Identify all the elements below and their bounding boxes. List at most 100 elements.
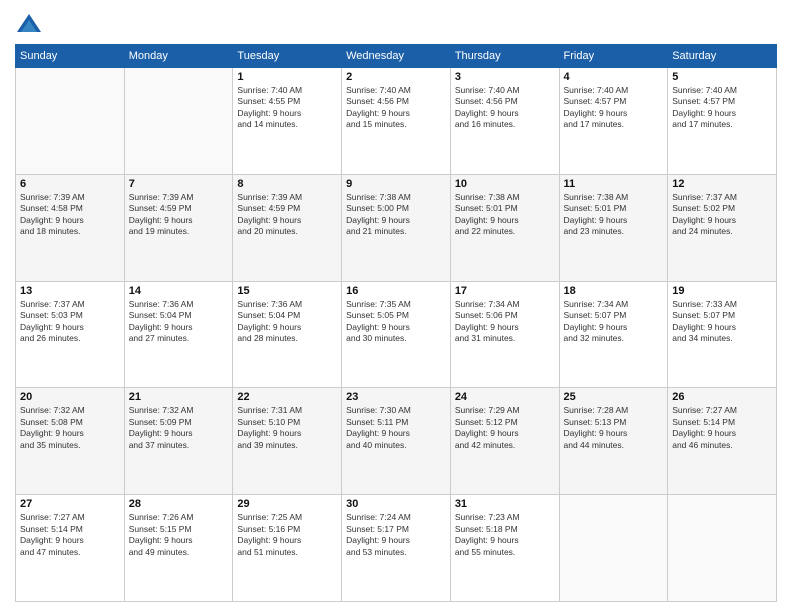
day-info: Sunrise: 7:40 AMSunset: 4:57 PMDaylight:… — [564, 85, 664, 131]
week-row-4: 20 Sunrise: 7:32 AMSunset: 5:08 PMDayligh… — [16, 388, 777, 495]
calendar-cell: 27Sunrise: 7:27 AMSunset: 5:14 PMDayligh… — [16, 495, 125, 602]
col-header-monday: Monday — [124, 45, 233, 68]
week-row-2: 6 Sunrise: 7:39 AMSunset: 4:58 PMDaylight… — [16, 174, 777, 281]
day-info: Sunrise: 7:33 AMSunset: 5:07 PMDaylight:… — [672, 299, 772, 345]
day-number: 25 — [564, 391, 664, 403]
calendar-cell: 3 Sunrise: 7:40 AMSunset: 4:56 PMDaylight… — [450, 68, 559, 175]
page: SundayMondayTuesdayWednesdayThursdayFrid… — [0, 0, 792, 612]
day-number: 2 — [346, 71, 446, 83]
day-number: 3 — [455, 71, 555, 83]
calendar-cell: 23 Sunrise: 7:30 AMSunset: 5:11 PMDayligh… — [342, 388, 451, 495]
day-info: Sunrise: 7:39 AMSunset: 4:58 PMDaylight:… — [20, 192, 120, 238]
col-header-thursday: Thursday — [450, 45, 559, 68]
day-info: Sunrise: 7:40 AMSunset: 4:57 PMDaylight:… — [672, 85, 772, 131]
day-info: Sunrise: 7:39 AMSunset: 4:59 PMDaylight:… — [129, 192, 229, 238]
day-info: Sunrise: 7:32 AMSunset: 5:09 PMDaylight:… — [129, 405, 229, 451]
calendar-cell: 14 Sunrise: 7:36 AMSunset: 5:04 PMDayligh… — [124, 281, 233, 388]
day-number: 20 — [20, 391, 120, 403]
col-header-wednesday: Wednesday — [342, 45, 451, 68]
day-number: 30 — [346, 498, 446, 510]
logo-icon — [15, 10, 43, 38]
day-number: 26 — [672, 391, 772, 403]
calendar-cell — [668, 495, 777, 602]
calendar-cell: 15 Sunrise: 7:36 AMSunset: 5:04 PMDayligh… — [233, 281, 342, 388]
col-header-sunday: Sunday — [16, 45, 125, 68]
day-info: Sunrise: 7:38 AMSunset: 5:01 PMDaylight:… — [564, 192, 664, 238]
day-number: 11 — [564, 178, 664, 190]
calendar-cell — [16, 68, 125, 175]
calendar-cell: 17 Sunrise: 7:34 AMSunset: 5:06 PMDayligh… — [450, 281, 559, 388]
day-info: Sunrise: 7:36 AMSunset: 5:04 PMDaylight:… — [237, 299, 337, 345]
day-info: Sunrise: 7:30 AMSunset: 5:11 PMDaylight:… — [346, 405, 446, 451]
day-info: Sunrise: 7:24 AMSunset: 5:17 PMDaylight:… — [346, 512, 446, 558]
day-info: Sunrise: 7:34 AMSunset: 5:07 PMDaylight:… — [564, 299, 664, 345]
day-info: Sunrise: 7:40 AMSunset: 4:55 PMDaylight:… — [237, 85, 337, 131]
calendar-cell: 10 Sunrise: 7:38 AMSunset: 5:01 PMDayligh… — [450, 174, 559, 281]
day-number: 29 — [237, 498, 337, 510]
week-row-3: 13 Sunrise: 7:37 AMSunset: 5:03 PMDayligh… — [16, 281, 777, 388]
calendar-cell: 13 Sunrise: 7:37 AMSunset: 5:03 PMDayligh… — [16, 281, 125, 388]
day-number: 17 — [455, 285, 555, 297]
calendar-cell — [559, 495, 668, 602]
day-number: 5 — [672, 71, 772, 83]
calendar-cell: 18Sunrise: 7:34 AMSunset: 5:07 PMDayligh… — [559, 281, 668, 388]
day-number: 19 — [672, 285, 772, 297]
day-info: Sunrise: 7:39 AMSunset: 4:59 PMDaylight:… — [237, 192, 337, 238]
calendar-cell: 5 Sunrise: 7:40 AMSunset: 4:57 PMDaylight… — [668, 68, 777, 175]
day-info: Sunrise: 7:23 AMSunset: 5:18 PMDaylight:… — [455, 512, 555, 558]
calendar-cell: 24 Sunrise: 7:29 AMSunset: 5:12 PMDayligh… — [450, 388, 559, 495]
calendar-cell: 29 Sunrise: 7:25 AMSunset: 5:16 PMDayligh… — [233, 495, 342, 602]
day-info: Sunrise: 7:27 AMSunset: 5:14 PMDaylight:… — [672, 405, 772, 451]
day-info: Sunrise: 7:26 AMSunset: 5:15 PMDaylight:… — [129, 512, 229, 558]
calendar-cell: 20 Sunrise: 7:32 AMSunset: 5:08 PMDayligh… — [16, 388, 125, 495]
col-header-friday: Friday — [559, 45, 668, 68]
calendar-cell: 1 Sunrise: 7:40 AMSunset: 4:55 PMDaylight… — [233, 68, 342, 175]
day-number: 13 — [20, 285, 120, 297]
day-info: Sunrise: 7:37 AMSunset: 5:02 PMDaylight:… — [672, 192, 772, 238]
calendar-cell: 21 Sunrise: 7:32 AMSunset: 5:09 PMDayligh… — [124, 388, 233, 495]
day-number: 1 — [237, 71, 337, 83]
calendar-header-row: SundayMondayTuesdayWednesdayThursdayFrid… — [16, 45, 777, 68]
calendar-cell: 6 Sunrise: 7:39 AMSunset: 4:58 PMDaylight… — [16, 174, 125, 281]
calendar-body: 1 Sunrise: 7:40 AMSunset: 4:55 PMDaylight… — [16, 68, 777, 602]
day-number: 23 — [346, 391, 446, 403]
week-row-5: 27Sunrise: 7:27 AMSunset: 5:14 PMDayligh… — [16, 495, 777, 602]
day-number: 22 — [237, 391, 337, 403]
day-info: Sunrise: 7:32 AMSunset: 5:08 PMDaylight:… — [20, 405, 120, 451]
day-number: 12 — [672, 178, 772, 190]
week-row-1: 1 Sunrise: 7:40 AMSunset: 4:55 PMDaylight… — [16, 68, 777, 175]
calendar-cell: 19 Sunrise: 7:33 AMSunset: 5:07 PMDayligh… — [668, 281, 777, 388]
day-number: 6 — [20, 178, 120, 190]
day-info: Sunrise: 7:40 AMSunset: 4:56 PMDaylight:… — [346, 85, 446, 131]
day-number: 7 — [129, 178, 229, 190]
day-number: 21 — [129, 391, 229, 403]
day-info: Sunrise: 7:38 AMSunset: 5:01 PMDaylight:… — [455, 192, 555, 238]
day-number: 8 — [237, 178, 337, 190]
calendar-cell: 31Sunrise: 7:23 AMSunset: 5:18 PMDayligh… — [450, 495, 559, 602]
day-info: Sunrise: 7:31 AMSunset: 5:10 PMDaylight:… — [237, 405, 337, 451]
col-header-saturday: Saturday — [668, 45, 777, 68]
calendar-cell: 8 Sunrise: 7:39 AMSunset: 4:59 PMDaylight… — [233, 174, 342, 281]
day-number: 24 — [455, 391, 555, 403]
calendar-cell: 28 Sunrise: 7:26 AMSunset: 5:15 PMDayligh… — [124, 495, 233, 602]
day-info: Sunrise: 7:36 AMSunset: 5:04 PMDaylight:… — [129, 299, 229, 345]
logo — [15, 10, 47, 38]
calendar-cell: 11 Sunrise: 7:38 AMSunset: 5:01 PMDayligh… — [559, 174, 668, 281]
col-header-tuesday: Tuesday — [233, 45, 342, 68]
day-info: Sunrise: 7:29 AMSunset: 5:12 PMDaylight:… — [455, 405, 555, 451]
calendar-cell: 25 Sunrise: 7:28 AMSunset: 5:13 PMDayligh… — [559, 388, 668, 495]
day-number: 14 — [129, 285, 229, 297]
day-info: Sunrise: 7:28 AMSunset: 5:13 PMDaylight:… — [564, 405, 664, 451]
day-number: 16 — [346, 285, 446, 297]
day-number: 28 — [129, 498, 229, 510]
calendar-cell: 22 Sunrise: 7:31 AMSunset: 5:10 PMDayligh… — [233, 388, 342, 495]
day-number: 10 — [455, 178, 555, 190]
day-info: Sunrise: 7:35 AMSunset: 5:05 PMDaylight:… — [346, 299, 446, 345]
calendar-cell — [124, 68, 233, 175]
day-info: Sunrise: 7:40 AMSunset: 4:56 PMDaylight:… — [455, 85, 555, 131]
day-info: Sunrise: 7:34 AMSunset: 5:06 PMDaylight:… — [455, 299, 555, 345]
day-info: Sunrise: 7:37 AMSunset: 5:03 PMDaylight:… — [20, 299, 120, 345]
day-info: Sunrise: 7:25 AMSunset: 5:16 PMDaylight:… — [237, 512, 337, 558]
day-info: Sunrise: 7:27 AMSunset: 5:14 PMDaylight:… — [20, 512, 120, 558]
day-number: 15 — [237, 285, 337, 297]
